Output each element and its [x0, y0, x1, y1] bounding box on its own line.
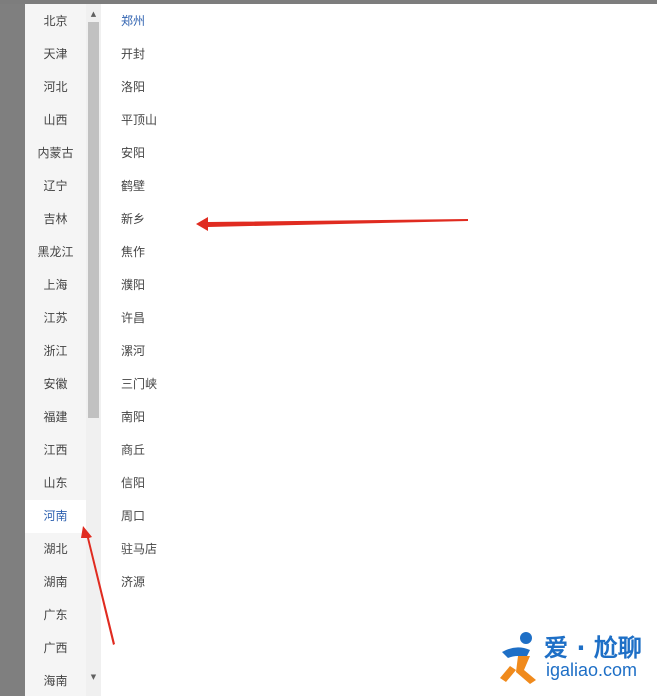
- red-arrow-icon: [196, 217, 468, 231]
- annotation-arrows: [81, 217, 468, 645]
- watermark-logo: 爱 · 尬聊 igaliao.com: [496, 626, 646, 690]
- runner-logo-icon: [500, 632, 536, 684]
- watermark-text-cn: 爱 · 尬聊: [544, 634, 642, 662]
- watermark-text-en: igaliao.com: [546, 660, 638, 680]
- red-arrow-icon: [81, 526, 115, 645]
